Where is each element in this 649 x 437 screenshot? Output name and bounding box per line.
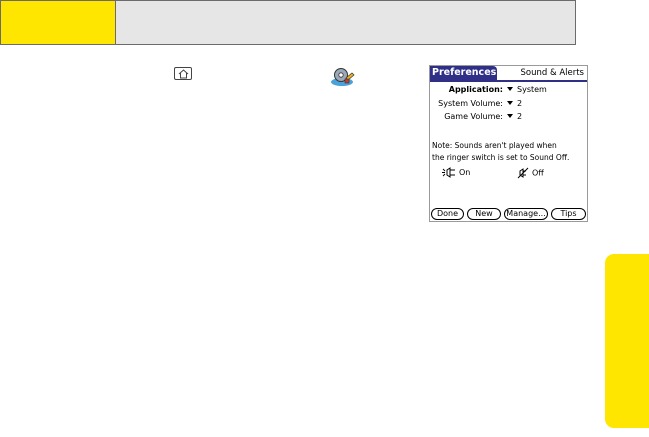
application-setting: Application: System xyxy=(430,84,587,95)
section-header-tab xyxy=(1,1,116,44)
preferences-screen: Preferences Sound & Alerts Application: … xyxy=(429,65,588,222)
sound-on-toggle[interactable]: On xyxy=(442,167,470,179)
dropdown-arrow-icon xyxy=(507,86,513,91)
home-key-icon xyxy=(174,67,192,80)
speaker-on-icon xyxy=(442,167,455,178)
sound-off-toggle[interactable]: Off xyxy=(517,167,544,180)
game-volume-value: 2 xyxy=(517,112,523,121)
manage-button[interactable]: Manage... xyxy=(504,208,548,220)
system-volume-setting: System Volume: 2 xyxy=(430,98,587,109)
speaker-off-icon xyxy=(517,167,529,179)
new-button[interactable]: New xyxy=(467,208,501,220)
dropdown-arrow-icon xyxy=(507,100,513,105)
sound-off-label: Off xyxy=(532,168,544,178)
preferences-app-icon xyxy=(330,67,356,87)
chapter-side-tab xyxy=(605,254,649,428)
system-volume-value: 2 xyxy=(517,99,523,108)
dropdown-arrow-icon xyxy=(507,113,513,118)
sound-on-label: On xyxy=(459,168,471,177)
game-volume-label: Game Volume: xyxy=(444,112,503,121)
system-volume-label: System Volume: xyxy=(438,99,503,108)
done-button[interactable]: Done xyxy=(431,208,464,220)
note-line-2: the ringer switch is set to Sound Off. xyxy=(432,153,570,162)
system-volume-trigger[interactable]: 2 xyxy=(507,98,522,109)
game-volume-setting: Game Volume: 2 xyxy=(430,111,587,122)
tips-button[interactable]: Tips xyxy=(551,208,586,220)
application-trigger[interactable]: System xyxy=(507,84,547,95)
application-label: Application: xyxy=(448,85,503,94)
category-picker[interactable]: Sound & Alerts xyxy=(521,67,584,79)
screen-title: Preferences xyxy=(430,66,497,80)
application-value: System xyxy=(517,85,547,94)
game-volume-trigger[interactable]: 2 xyxy=(507,111,522,122)
title-bar: Preferences Sound & Alerts xyxy=(430,66,587,82)
note-line-1: Note: Sounds aren't played when xyxy=(432,141,557,150)
button-row: Done New Manage... Tips xyxy=(431,208,586,221)
section-header-bar xyxy=(0,0,576,45)
